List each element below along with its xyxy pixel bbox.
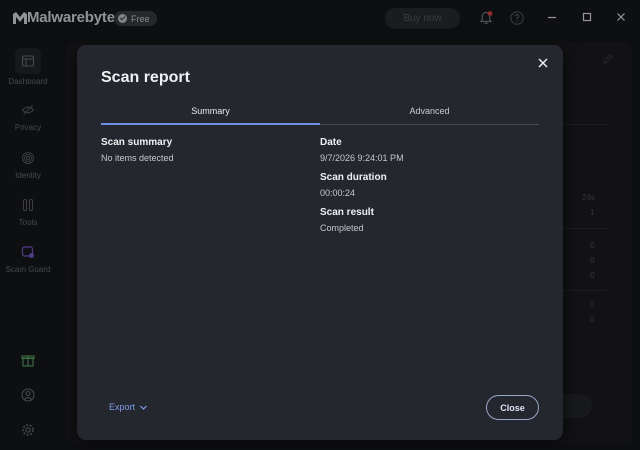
scan-result-value: Completed	[320, 223, 364, 233]
tab-summary[interactable]: Summary	[101, 103, 320, 125]
scan-summary-label: Scan summary	[101, 137, 173, 148]
report-tabs: Summary Advanced	[101, 103, 539, 125]
close-button[interactable]: Close	[486, 395, 539, 420]
dialog-title: Scan report	[101, 69, 190, 86]
tab-advanced[interactable]: Advanced	[320, 103, 539, 125]
date-label: Date	[320, 137, 342, 148]
date-value: 9/7/2026 9:24:01 PM	[320, 153, 404, 163]
chevron-down-icon	[140, 405, 147, 410]
scan-summary-value: No items detected	[101, 153, 174, 163]
export-label: Export	[109, 402, 136, 412]
scan-duration-label: Scan duration	[320, 172, 387, 183]
close-icon[interactable]	[536, 56, 550, 70]
scan-result-label: Scan result	[320, 207, 374, 218]
export-dropdown[interactable]: Export	[109, 402, 148, 412]
scan-duration-value: 00:00:24	[320, 188, 356, 198]
scan-report-dialog: Scan report Summary Advanced Scan summar…	[77, 45, 563, 440]
active-tab-indicator	[101, 123, 320, 125]
